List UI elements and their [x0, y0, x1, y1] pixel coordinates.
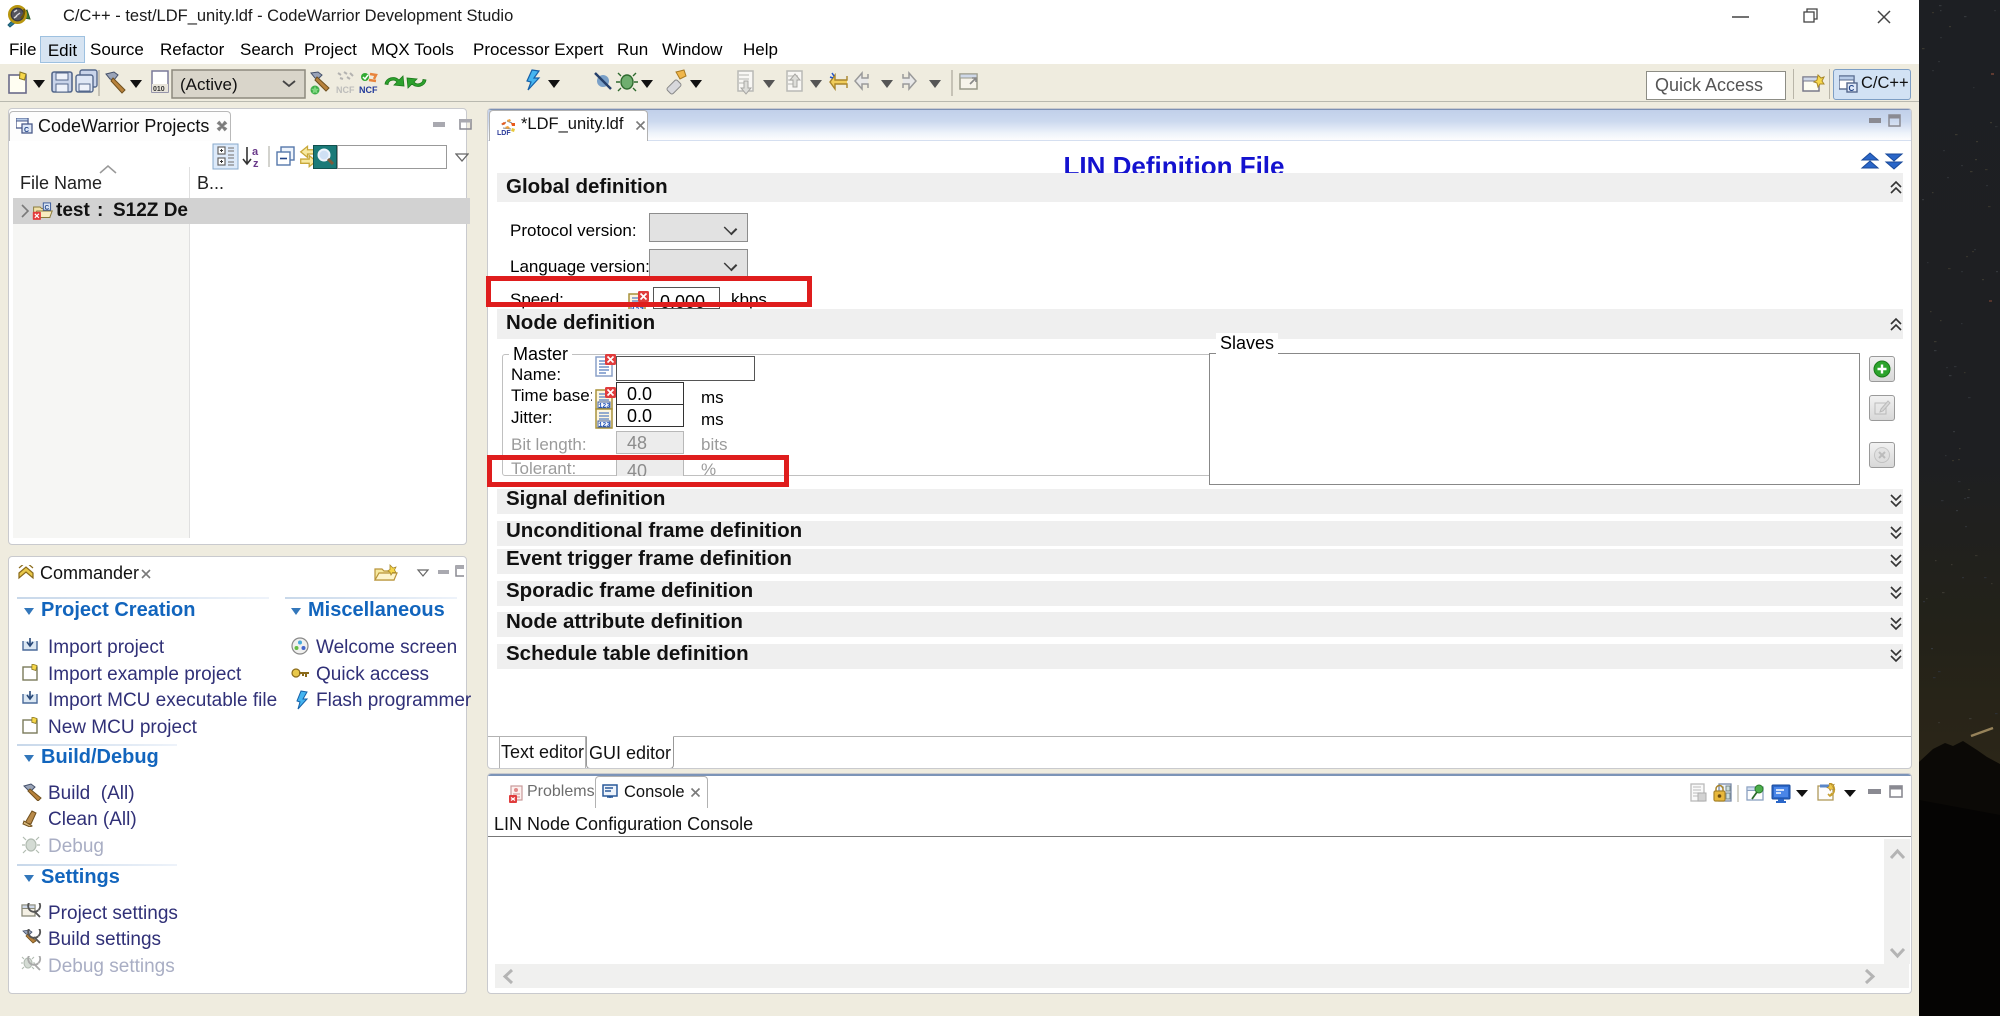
svg-text:LDF: LDF — [497, 130, 511, 136]
svg-text:NCF: NCF — [359, 85, 378, 95]
svg-text:(Active): (Active) — [180, 75, 238, 94]
svg-text:C: C — [1849, 84, 1855, 93]
svg-text:C: C — [24, 127, 29, 134]
svg-text:z: z — [253, 158, 259, 170]
svg-text:C: C — [45, 204, 50, 211]
svg-text:NCF: NCF — [336, 85, 355, 95]
svg-text:010: 010 — [153, 86, 165, 93]
svg-text:a: a — [252, 146, 259, 158]
